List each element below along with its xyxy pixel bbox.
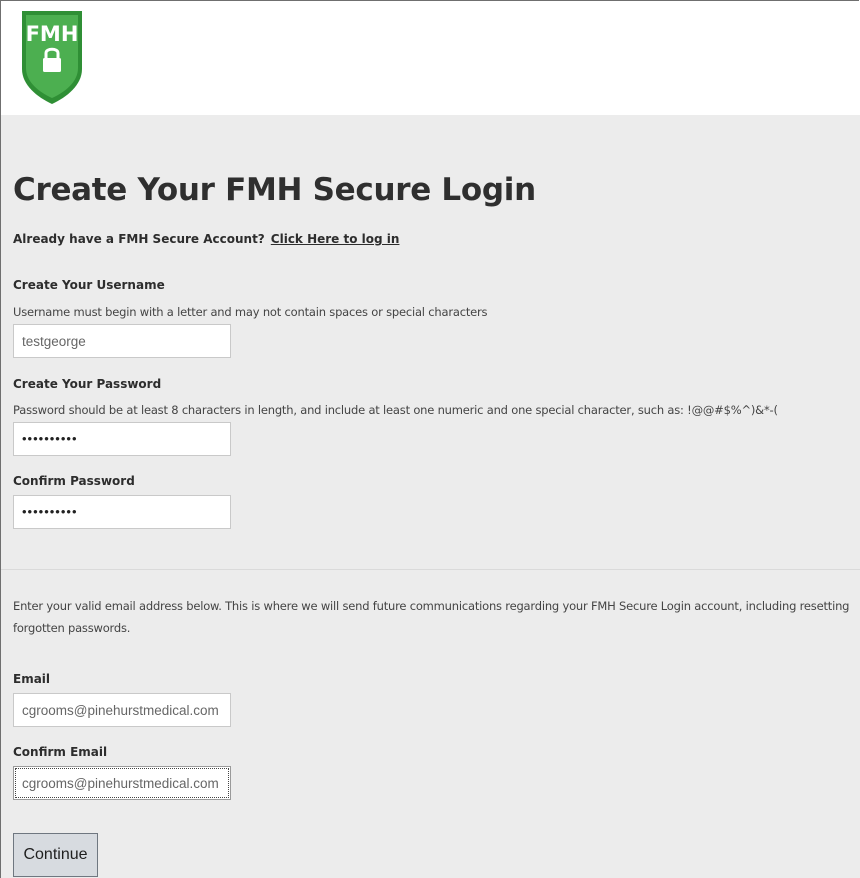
continue-button[interactable]: Continue <box>13 833 98 877</box>
username-input[interactable] <box>13 324 231 358</box>
signup-form: Create Your FMH Secure Login Already hav… <box>1 115 860 878</box>
password-label: Create Your Password <box>13 377 162 391</box>
page-title: Create Your FMH Secure Login <box>13 172 536 208</box>
confirm-password-label: Confirm Password <box>13 474 135 488</box>
password-hint: Password should be at least 8 characters… <box>13 403 778 417</box>
confirm-email-label: Confirm Email <box>13 745 108 759</box>
logo-text: FMH <box>26 22 79 46</box>
password-input[interactable]: •••••••••• <box>13 422 231 456</box>
existing-account-text: Already have a FMH Secure Account? <box>13 232 265 246</box>
section-divider <box>1 569 860 570</box>
confirm-password-input[interactable]: •••••••••• <box>13 495 231 529</box>
email-input[interactable] <box>13 693 231 727</box>
fmh-logo: FMH <box>22 11 82 104</box>
username-hint: Username must begin with a letter and ma… <box>13 305 488 319</box>
confirm-email-input[interactable] <box>13 766 231 800</box>
site-header: FMH <box>1 1 860 115</box>
email-instructions: Enter your valid email address below. Th… <box>13 599 850 635</box>
email-label: Email <box>13 672 51 686</box>
login-link[interactable]: Click Here to log in <box>271 232 400 246</box>
username-label: Create Your Username <box>13 278 165 292</box>
existing-account-prompt: Already have a FMH Secure Account? Click … <box>13 232 399 246</box>
